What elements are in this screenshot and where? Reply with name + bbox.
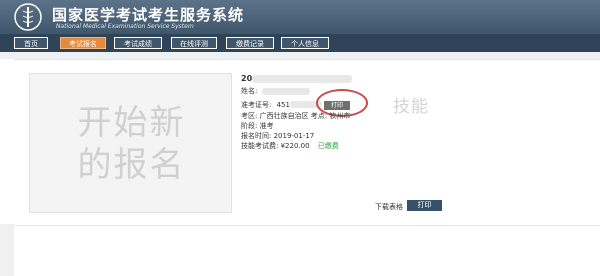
stage-line: 阶段: 准考 [241,122,274,130]
record-year: 20 [241,74,253,83]
site-header: 国家医学考试考生服务系统 National Medical Examinatio… [0,0,600,34]
nav-home[interactable]: 首页 [14,37,48,49]
ticket-value: 451 [276,101,290,109]
nav-exam-registration[interactable]: 考试报名 [60,37,106,49]
region-line: 考区: 广西壮族自治区 考点: 钦州市 [241,112,351,120]
side-panel [0,224,14,276]
fee-status-badge: 已缴费 [317,142,339,150]
fee-label: 技能考试费: ¥220.00 [241,142,310,150]
nav-personal-info[interactable]: 个人信息 [281,37,329,49]
fee-row: 技能考试费: ¥220.00 已缴费 [241,142,339,151]
ticket-row: 准考证号: 451 [241,101,290,110]
nav-exam-scores[interactable]: 考试成绩 [114,37,162,49]
main-nav: 首页 考试报名 考试成绩 在线评测 缴费记录 个人信息 [0,34,600,52]
ticket-label: 准考证号: [241,101,272,109]
print-button[interactable]: 打印 [407,200,442,211]
redacted-name [262,88,310,95]
site-title: 国家医学考试考生服务系统 [52,6,245,24]
name-label: 姓名: [241,87,258,95]
site-subtitle: National Medical Examination Service Sys… [56,23,194,30]
new-registration-button[interactable]: 开始新 的报名 [29,73,232,213]
download-form-link[interactable]: 下载表格 [375,202,403,212]
registration-date: 报名时间: 2019-01-17 [241,132,315,140]
redacted-exam-name [252,75,352,83]
content-top-strip [0,52,600,59]
nav-payment-records[interactable]: 缴费记录 [226,37,274,49]
new-registration-label: 开始新 的报名 [30,102,233,186]
nav-online-assessment[interactable]: 在线评测 [171,37,217,49]
new-registration-line2: 的报名 [77,145,186,185]
skill-watermark: 技能 [393,97,429,117]
medical-emblem-icon [14,3,42,31]
new-registration-line1: 开始新 [77,103,186,143]
